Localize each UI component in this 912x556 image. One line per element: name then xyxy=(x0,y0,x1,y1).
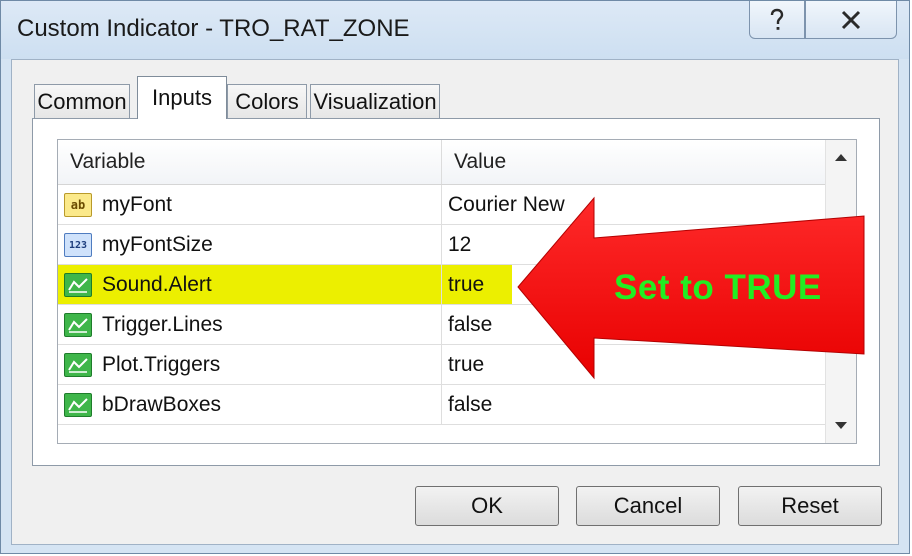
tab-colors[interactable]: Colors xyxy=(227,84,307,118)
tab-inputs[interactable]: Inputs xyxy=(137,76,227,119)
boolean-icon xyxy=(64,273,92,297)
row-value-cell[interactable]: true xyxy=(442,265,512,304)
close-button[interactable] xyxy=(805,1,897,39)
scroll-up-button[interactable] xyxy=(826,144,856,170)
row-variable-cell[interactable]: Sound.Alert xyxy=(58,265,442,304)
title-bar[interactable]: Custom Indicator - TRO_RAT_ZONE xyxy=(1,1,909,59)
grid-header: Variable Value xyxy=(58,140,826,185)
window-title: Custom Indicator - TRO_RAT_ZONE xyxy=(17,15,410,42)
ok-button[interactable]: OK xyxy=(415,486,559,526)
row-variable-cell[interactable]: Plot.Triggers xyxy=(58,345,442,384)
table-row[interactable]: bDrawBoxes false xyxy=(58,385,826,425)
variable-name: Sound.Alert xyxy=(102,273,212,296)
number-123-icon: 123 xyxy=(64,233,92,257)
boolean-icon xyxy=(64,393,92,417)
chevron-up-icon xyxy=(835,154,847,161)
question-mark-icon xyxy=(770,8,784,30)
close-x-icon xyxy=(841,10,861,29)
variable-name: myFont xyxy=(102,193,173,216)
reset-button[interactable]: Reset xyxy=(738,486,882,526)
tab-common[interactable]: Common xyxy=(34,84,130,118)
row-value-cell[interactable]: false xyxy=(442,385,826,424)
row-variable-cell[interactable]: bDrawBoxes xyxy=(58,385,442,424)
variable-name: Trigger.Lines xyxy=(102,313,223,336)
chevron-down-icon xyxy=(835,422,847,429)
row-variable-cell[interactable]: 123 myFontSize xyxy=(58,225,442,264)
tab-visualization[interactable]: Visualization xyxy=(310,84,440,118)
help-button[interactable] xyxy=(749,1,805,39)
column-header-value[interactable]: Value xyxy=(442,140,826,184)
boolean-icon xyxy=(64,313,92,337)
variable-name: Plot.Triggers xyxy=(102,353,221,376)
string-ab-icon: ab xyxy=(64,193,92,217)
row-variable-cell[interactable]: ab myFont xyxy=(58,185,442,224)
variable-name: myFontSize xyxy=(102,233,213,256)
scroll-down-button[interactable] xyxy=(826,413,856,439)
variable-name: bDrawBoxes xyxy=(102,393,222,416)
column-header-variable[interactable]: Variable xyxy=(58,140,442,184)
boolean-icon xyxy=(64,353,92,377)
row-variable-cell[interactable]: Trigger.Lines xyxy=(58,305,442,344)
annotation-label: Set to TRUE xyxy=(614,268,822,307)
cancel-button[interactable]: Cancel xyxy=(576,486,720,526)
